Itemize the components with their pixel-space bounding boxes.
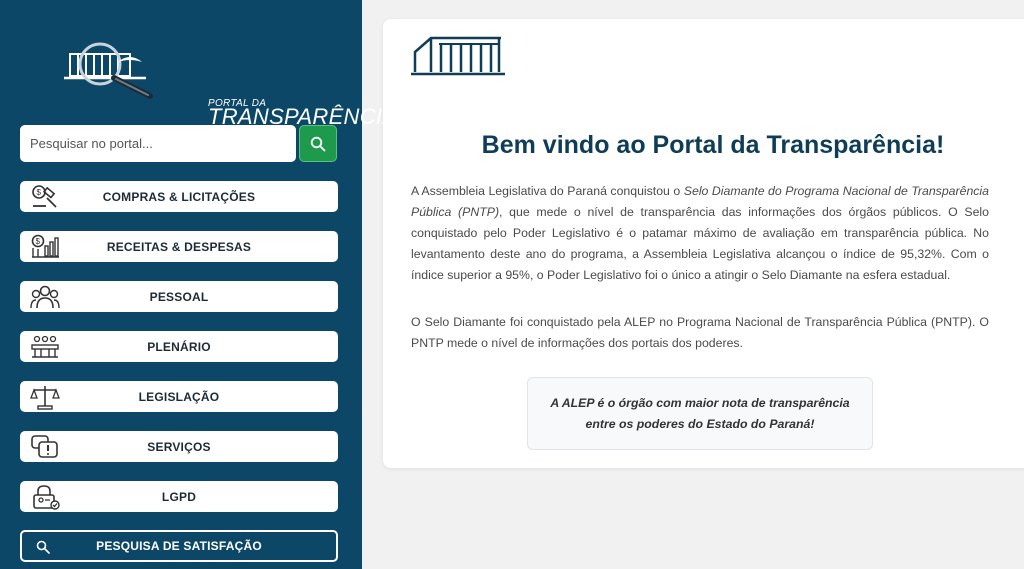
search-input[interactable] <box>20 125 296 162</box>
search-button[interactable] <box>299 125 337 162</box>
highlight-quote-box: A ALEP é o órgão com maior nota de trans… <box>527 377 873 450</box>
menu-item-plenario[interactable]: PLENÁRIO <box>20 331 338 362</box>
search-icon <box>310 136 326 151</box>
menu-item-compras-licitacoes[interactable]: $ COMPRAS & LICITAÇÕES <box>20 181 338 212</box>
menu-item-pessoal[interactable]: PESSOAL <box>20 281 338 312</box>
menu-item-label: PLENÁRIO <box>147 339 211 354</box>
chat-alert-icon <box>31 435 58 458</box>
menu-item-label: PESSOAL <box>149 289 209 304</box>
menu-item-label: LGPD <box>161 489 197 504</box>
portal-logo[interactable]: PORTAL DA TRANSPARÊNCIA <box>60 40 397 129</box>
svg-text:$: $ <box>37 188 42 197</box>
satisfaction-survey-button[interactable]: PESQUISA DE SATISFAÇÃO <box>20 530 338 562</box>
building-magnifier-logo-icon <box>64 42 153 99</box>
menu-item-label: SERVIÇOS <box>147 439 211 454</box>
menu-item-label: COMPRAS & LICITAÇÕES <box>102 189 256 204</box>
page-title: Bem vindo ao Portal da Transparência! <box>481 131 945 159</box>
welcome-card: Bem vindo ao Portal da Transparência! A … <box>383 19 1024 468</box>
scales-icon <box>30 386 60 410</box>
seal-paragraph: O Selo Diamante foi conquistado pela ALE… <box>411 315 989 350</box>
lock-user-icon <box>33 485 60 510</box>
search-icon <box>36 540 50 554</box>
svg-text:$: $ <box>36 237 41 246</box>
people-group-icon <box>30 285 60 309</box>
intro-paragraph: A Assembleia Legislativa do Paraná conqu… <box>411 181 989 286</box>
sidebar: PORTAL DA TRANSPARÊNCIA $ COMPRAS & LICI… <box>0 0 397 569</box>
finance-chart-icon: $ <box>31 234 59 258</box>
plenary-icon <box>31 335 59 358</box>
satisfaction-survey-label: PESQUISA DE SATISFAÇÃO <box>96 539 262 553</box>
menu-item-legislacao[interactable]: LEGISLAÇÃO <box>20 381 338 412</box>
menu-item-label: LEGISLAÇÃO <box>138 389 220 404</box>
gavel-icon: $ <box>32 185 57 208</box>
menu-item-receitas-despesas[interactable]: $ RECEITAS & DESPESAS <box>20 231 338 262</box>
highlight-quote-text: A ALEP é o órgão com maior nota de trans… <box>550 395 850 431</box>
menu-item-lgpd[interactable]: LGPD <box>20 481 338 512</box>
menu-item-label: RECEITAS & DESPESAS <box>106 239 252 254</box>
building-icon <box>411 36 505 76</box>
intro-text-start: A Assembleia Legislativa do Paraná conqu… <box>411 184 684 198</box>
menu-item-servicos[interactable]: SERVIÇOS <box>20 431 338 462</box>
